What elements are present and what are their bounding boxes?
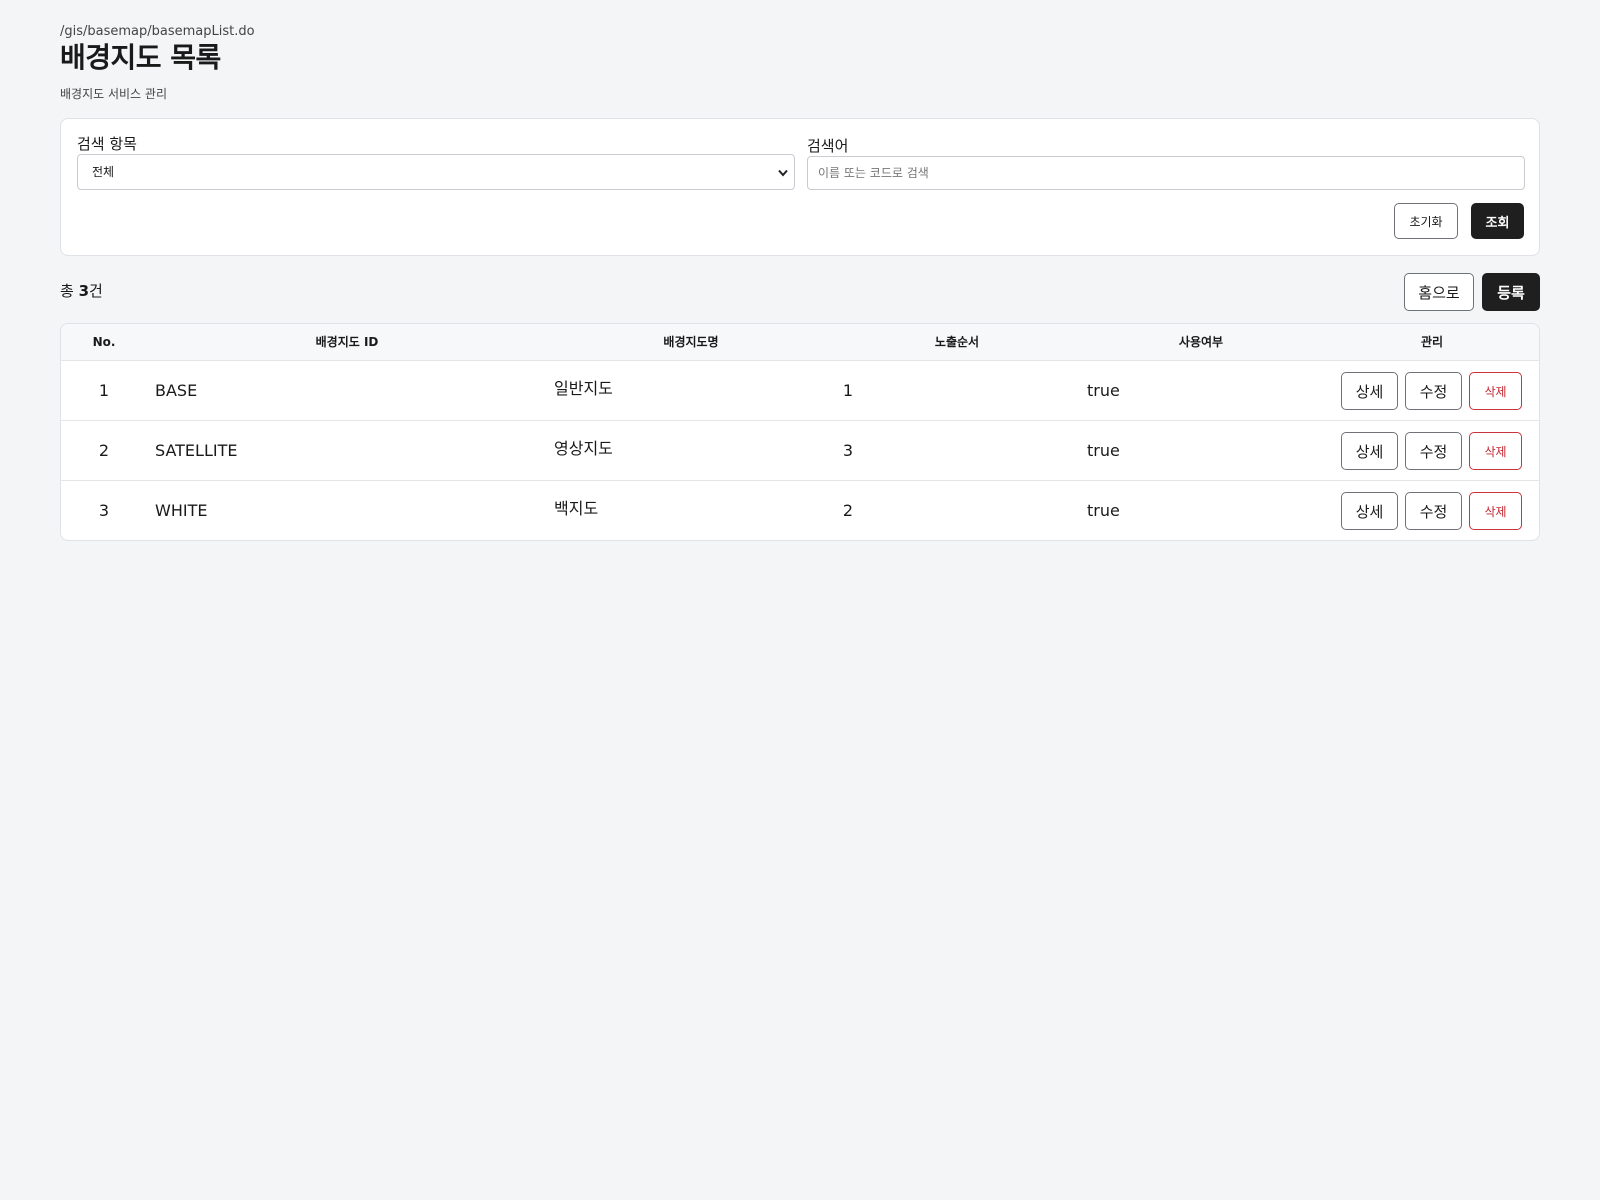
table-row: 3 WHITE 백지도 2 true 상세 수정 삭제 [61,481,1539,540]
detail-button[interactable]: 상세 [1341,372,1398,410]
row-use: true [1087,381,1120,400]
row-name: 백지도 [554,499,599,518]
table-row: 1 BASE 일반지도 1 true 상세 수정 삭제 [61,361,1539,421]
result-count-number: 3 [78,282,90,300]
result-count-suffix: 건 [89,282,103,300]
result-count-prefix: 총 [60,282,79,300]
basemap-table: No. 배경지도 ID 배경지도명 노출순서 사용여부 관리 1 BASE 일반… [60,323,1540,541]
row-no: 2 [98,441,110,460]
result-count: 총 3건 [60,280,103,301]
search-category-label: 검색 항목 [77,135,137,153]
row-name: 영상지도 [554,439,613,458]
row-id: BASE [155,381,198,400]
row-order: 3 [842,441,854,460]
detail-button[interactable]: 상세 [1341,492,1398,530]
edit-button[interactable]: 수정 [1405,372,1462,410]
row-use: true [1087,441,1120,460]
register-button[interactable]: 등록 [1482,273,1540,311]
column-header-id: 배경지도 ID [315,335,379,349]
page-title: 배경지도 목록 [60,41,221,74]
search-category-value: 전체 [92,165,115,179]
row-id: SATELLITE [155,441,238,460]
query-button[interactable]: 조회 [1471,203,1524,239]
table-header: No. 배경지도 ID 배경지도명 노출순서 사용여부 관리 [61,324,1539,361]
delete-button[interactable]: 삭제 [1469,432,1522,470]
row-no: 1 [98,381,110,400]
row-no: 3 [98,501,110,520]
search-category-select[interactable]: 전체 [77,154,795,190]
chevron-down-icon [778,155,788,189]
edit-button[interactable]: 수정 [1405,492,1462,530]
table-row: 2 SATELLITE 영상지도 3 true 상세 수정 삭제 [61,421,1539,481]
detail-button[interactable]: 상세 [1341,432,1398,470]
search-keyword-input[interactable] [807,156,1525,190]
search-panel: 검색 항목 전체 검색어 초기화 조회 [60,118,1540,256]
home-button[interactable]: 홈으로 [1404,273,1474,311]
column-header-manage: 관리 [1420,335,1444,349]
page: /gis/basemap/basemapList.do 배경지도 목록 배경지도… [0,0,1600,1200]
row-order: 1 [842,381,854,400]
delete-button[interactable]: 삭제 [1469,372,1522,410]
row-id: WHITE [155,501,208,520]
delete-button[interactable]: 삭제 [1469,492,1522,530]
page-subtitle: 배경지도 서비스 관리 [60,87,167,101]
edit-button[interactable]: 수정 [1405,432,1462,470]
column-header-order: 노출순서 [934,335,980,349]
column-header-no: No. [92,335,116,349]
column-header-name: 배경지도명 [663,335,719,349]
row-order: 2 [842,501,854,520]
row-name: 일반지도 [554,379,613,398]
column-header-use: 사용여부 [1178,335,1224,349]
row-use: true [1087,501,1120,520]
reset-button[interactable]: 초기화 [1394,203,1458,239]
search-keyword-label: 검색어 [807,137,849,155]
